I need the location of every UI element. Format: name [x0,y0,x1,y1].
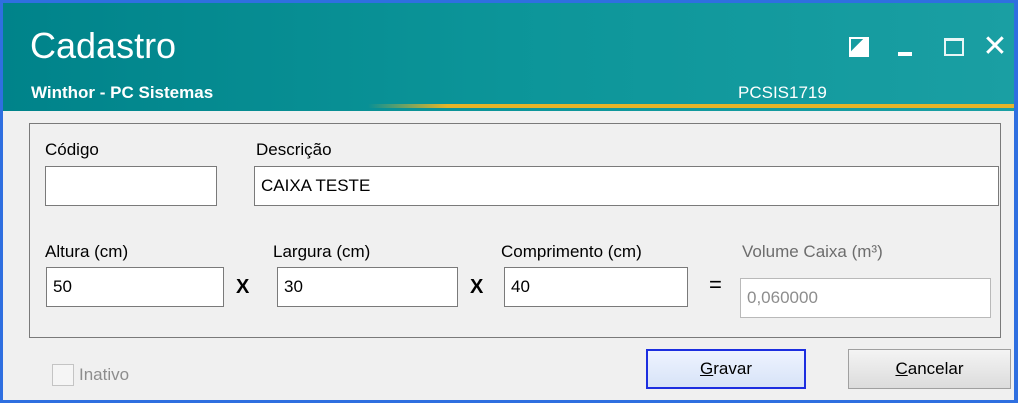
volume-label: Volume Caixa (m³) [742,242,883,261]
cancelar-label: ancelar [907,359,964,378]
descricao-field[interactable]: CAIXA TESTE [254,166,999,206]
volume-field: 0,060000 [740,278,991,318]
title-accent-line [368,104,1014,108]
minimize-icon [898,52,912,56]
title-bar[interactable]: Cadastro Winthor - PC Sistemas PCSIS1719… [3,3,1014,111]
cadastro-window: Cadastro Winthor - PC Sistemas PCSIS1719… [0,0,1018,403]
comprimento-field[interactable]: 40 [504,267,688,307]
largura-label: Largura (cm) [273,242,371,261]
times-symbol-2: X [470,276,484,298]
gravar-button[interactable]: Gravar [646,349,806,389]
inativo-checkbox[interactable] [52,364,74,386]
gravar-mnemonic: G [700,359,714,378]
window-title: Cadastro [30,25,177,66]
cancelar-button[interactable]: Cancelar [848,349,1011,389]
cancelar-mnemonic: C [895,359,908,378]
altura-field[interactable]: 50 [46,267,224,307]
close-button[interactable]: ✕ [981,29,1009,64]
restore-icon [849,37,869,57]
close-icon: ✕ [982,29,1008,64]
inativo-checkbox-row[interactable]: Inativo [52,364,129,386]
routine-code: PCSIS1719 [738,83,827,102]
maximize-icon [944,38,964,56]
window-subtitle: Winthor - PC Sistemas [31,83,214,102]
equals-symbol: = [709,272,722,297]
times-symbol-1: X [236,276,250,298]
restore-button[interactable] [845,33,873,61]
maximize-button[interactable] [940,33,968,61]
minimize-button[interactable] [891,33,919,61]
largura-field[interactable]: 30 [277,267,458,307]
codigo-field[interactable] [45,166,217,206]
gravar-label: ravar [713,359,752,378]
comprimento-label: Comprimento (cm) [501,242,642,261]
codigo-label: Código [45,140,99,159]
inativo-label: Inativo [79,365,130,384]
form-group-box: Código Descrição CAIXA TESTE Altura (cm)… [29,123,1001,338]
altura-label: Altura (cm) [45,242,129,261]
descricao-label: Descrição [256,140,332,159]
